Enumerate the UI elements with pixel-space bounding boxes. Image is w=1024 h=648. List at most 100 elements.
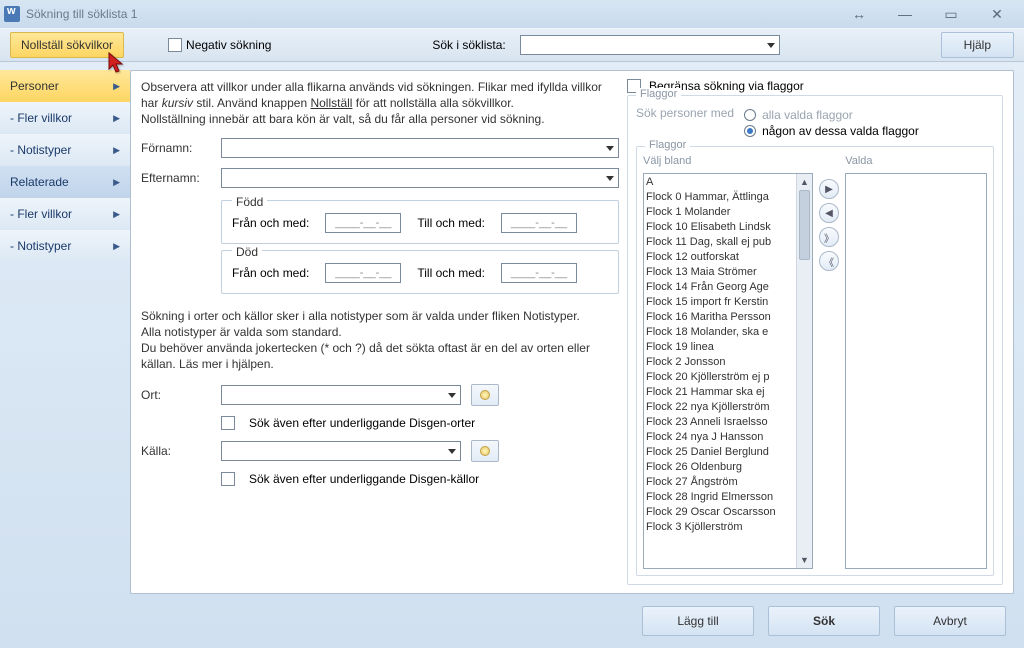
born-from-input[interactable]: ____-__-__	[325, 213, 401, 233]
chevron-right-icon: ▶	[113, 145, 120, 156]
tab-personer[interactable]: Personer▶	[0, 70, 130, 102]
footer: Lägg till Sök Avbryt	[0, 594, 1024, 648]
born-to-input[interactable]: ____-__-__	[501, 213, 577, 233]
chevron-right-icon: ▶	[113, 113, 120, 124]
main-panel: Observera att villkor under alla flikarn…	[130, 70, 1014, 594]
move-all-right-button[interactable]: 》	[819, 227, 839, 247]
list-item[interactable]: Flock 18 Molander, ska e	[646, 325, 794, 340]
search-with-label: Sök personer med	[636, 106, 734, 120]
note-text: Sökning i orter och källor sker i alla n…	[141, 308, 619, 373]
list-item[interactable]: A	[646, 175, 794, 190]
minimize-button[interactable]: —	[882, 2, 928, 26]
list-item[interactable]: Flock 1 Molander	[646, 205, 794, 220]
scroll-up-icon[interactable]: ▲	[797, 174, 812, 190]
scrollbar[interactable]: ▲ ▼	[796, 174, 812, 568]
restore-move-icon[interactable]: ↔	[836, 2, 882, 26]
negative-search-checkbox[interactable]: Negativ sökning	[168, 38, 271, 52]
list-item[interactable]: Flock 19 linea	[646, 340, 794, 355]
toolbar: Nollställ sökvilkor Negativ sökning Sök …	[0, 28, 1024, 62]
list-item[interactable]: Flock 12 outforskat	[646, 250, 794, 265]
search-button[interactable]: Sök	[768, 606, 880, 636]
list-item[interactable]: Flock 22 nya Kjöllerström	[646, 400, 794, 415]
bulb-icon	[480, 390, 490, 400]
kalla-sub-checkbox[interactable]: Sök även efter underliggande Disgen-käll…	[141, 472, 619, 486]
scroll-down-icon[interactable]: ▼	[797, 552, 812, 568]
flags-panel: Begränsa sökning via flaggor Flaggor Sök…	[627, 79, 1003, 585]
tab-fler-villkor-1[interactable]: - Fler villkor▶	[0, 102, 130, 134]
tab-notistyper-1[interactable]: - Notistyper▶	[0, 134, 130, 166]
ort-input[interactable]	[221, 385, 461, 405]
radio-any-flags[interactable]: någon av dessa valda flaggor	[744, 124, 919, 138]
list-item[interactable]: Flock 28 Ingrid Elmersson	[646, 490, 794, 505]
firstname-label: Förnamn:	[141, 141, 211, 155]
list-item[interactable]: Flock 11 Dag, skall ej pub	[646, 235, 794, 250]
list-item[interactable]: Flock 14 Från Georg Age	[646, 280, 794, 295]
radio-icon	[744, 125, 756, 137]
radio-all-flags[interactable]: alla valda flaggor	[744, 108, 919, 122]
close-button[interactable]: ✕	[974, 2, 1020, 26]
list-item[interactable]: Flock 13 Maia Strömer	[646, 265, 794, 280]
list-item[interactable]: Flock 15 import fr Kerstin	[646, 295, 794, 310]
reset-conditions-button[interactable]: Nollställ sökvilkor	[10, 32, 124, 58]
available-flags-list[interactable]: AFlock 0 Hammar, ÄttlingaFlock 1 Molande…	[643, 173, 813, 569]
titlebar: Sökning till söklista 1 ↔ — ▭ ✕	[0, 0, 1024, 28]
list-item[interactable]: Flock 0 Hammar, Ättlinga	[646, 190, 794, 205]
selected-header: Valda	[845, 155, 987, 167]
dead-from-input[interactable]: ____-__-__	[325, 263, 401, 283]
maximize-button[interactable]: ▭	[928, 2, 974, 26]
ort-label: Ort:	[141, 388, 211, 402]
checkbox-icon	[221, 472, 235, 486]
firstname-input[interactable]	[221, 138, 619, 158]
move-right-button[interactable]: ▶	[819, 179, 839, 199]
flags-group: Flaggor Sök personer med alla valda flag…	[627, 95, 1003, 585]
list-item[interactable]: Flock 10 Elisabeth Lindsk	[646, 220, 794, 235]
move-left-button[interactable]: ◀	[819, 203, 839, 223]
info-text: Observera att villkor under alla flikarn…	[141, 79, 619, 128]
selected-flags-list[interactable]	[845, 173, 987, 569]
scroll-thumb[interactable]	[799, 190, 810, 260]
chevron-right-icon: ▶	[113, 209, 120, 220]
chevron-right-icon: ▶	[113, 177, 120, 188]
cancel-button[interactable]: Avbryt	[894, 606, 1006, 636]
kalla-label: Källa:	[141, 444, 211, 458]
born-fieldset: Född Från och med: ____-__-__ Till och m…	[221, 200, 619, 244]
content-area: Personer▶ - Fler villkor▶ - Notistyper▶ …	[0, 62, 1024, 594]
add-button[interactable]: Lägg till	[642, 606, 754, 636]
tab-relaterade[interactable]: Relaterade▶	[0, 166, 130, 198]
move-all-left-button[interactable]: 《	[819, 251, 839, 271]
reset-label: Nollställ sökvilkor	[21, 38, 113, 52]
list-item[interactable]: Flock 24 nya J Hansson	[646, 430, 794, 445]
lastname-label: Efternamn:	[141, 171, 211, 185]
list-item[interactable]: Flock 25 Daniel Berglund	[646, 445, 794, 460]
search-list-select[interactable]	[520, 35, 780, 55]
list-item[interactable]: Flock 29 Oscar Oscarsson	[646, 505, 794, 520]
dead-to-input[interactable]: ____-__-__	[501, 263, 577, 283]
tab-notistyper-2[interactable]: - Notistyper▶	[0, 230, 130, 262]
lastname-input[interactable]	[221, 168, 619, 188]
app-logo-icon	[4, 6, 20, 22]
ort-sub-checkbox[interactable]: Sök även efter underliggande Disgen-orte…	[141, 416, 619, 430]
kalla-hint-button[interactable]	[471, 440, 499, 462]
available-header: Välj bland	[643, 155, 813, 167]
radio-icon	[744, 109, 756, 121]
list-item[interactable]: Flock 3 Kjöllerström	[646, 520, 794, 535]
restrict-flags-checkbox[interactable]: Begränsa sökning via flaggor	[627, 79, 1003, 93]
checkbox-icon	[168, 38, 182, 52]
chevron-right-icon: ▶	[113, 241, 120, 252]
list-item[interactable]: Flock 27 Ångström	[646, 475, 794, 490]
dead-fieldset: Död Från och med: ____-__-__ Till och me…	[221, 250, 619, 294]
list-item[interactable]: Flock 23 Anneli Israelsso	[646, 415, 794, 430]
search-form: Observera att villkor under alla flikarn…	[141, 79, 619, 585]
list-item[interactable]: Flock 16 Maritha Persson	[646, 310, 794, 325]
help-button[interactable]: Hjälp	[941, 32, 1014, 58]
list-item[interactable]: Flock 20 Kjöllerström ej p	[646, 370, 794, 385]
list-item[interactable]: Flock 26 Oldenburg	[646, 460, 794, 475]
ort-hint-button[interactable]	[471, 384, 499, 406]
list-item[interactable]: Flock 2 Jonsson	[646, 355, 794, 370]
bulb-icon	[480, 446, 490, 456]
app-window: Sökning till söklista 1 ↔ — ▭ ✕ Nollstäl…	[0, 0, 1024, 648]
kalla-input[interactable]	[221, 441, 461, 461]
list-item[interactable]: Flock 21 Hammar ska ej	[646, 385, 794, 400]
checkbox-icon	[221, 416, 235, 430]
tab-fler-villkor-2[interactable]: - Fler villkor▶	[0, 198, 130, 230]
